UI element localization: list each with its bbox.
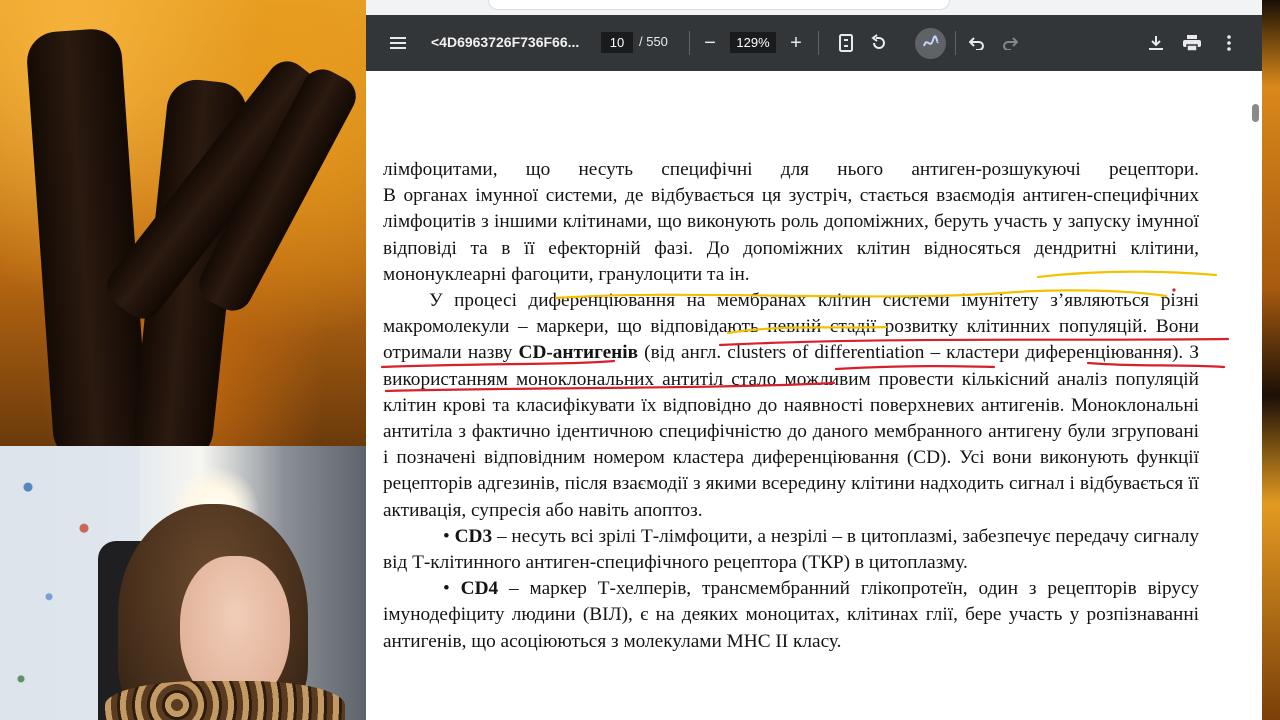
list-item-text: – несуть всі зрілі Т-лімфоцити, а незріл…	[383, 525, 1199, 574]
scrollbar[interactable]	[1249, 71, 1262, 720]
menu-icon[interactable]	[386, 31, 410, 55]
pdf-page: лімфоцитами, що несуть специфічні для нь…	[366, 71, 1248, 720]
term-cd4: CD4	[460, 578, 499, 600]
scrollbar-thumb[interactable]	[1252, 104, 1259, 122]
document-title: <4D6963726F736F66...	[431, 34, 580, 50]
redo-icon[interactable]	[998, 31, 1022, 55]
pdf-viewer: <4D6963726F736F66... 10 / 550 − 129% + л…	[366, 15, 1262, 720]
paragraph-text: (від англ. clusters of differentiation –…	[383, 342, 1200, 521]
page-total: / 550	[639, 34, 668, 49]
zoom-in-icon[interactable]: +	[784, 31, 808, 55]
paragraph-line: лімфоцитами, що несуть специфічні для нь…	[383, 159, 1199, 180]
browser-tab[interactable]	[488, 0, 950, 10]
undo-icon[interactable]	[965, 31, 989, 55]
presenter-shoulders	[105, 681, 345, 720]
toolbar-divider	[955, 31, 956, 55]
zoom-level-input[interactable]: 129%	[730, 32, 776, 53]
page-number-input[interactable]: 10	[601, 32, 633, 53]
zoom-out-icon[interactable]: −	[698, 31, 722, 55]
term-cd3: CD3	[454, 525, 493, 547]
paragraph-cd-antigens: У процесі диференціювання на мембранах к…	[383, 288, 1199, 524]
print-icon[interactable]	[1180, 31, 1204, 55]
list-item-cd4: • CD4 – маркер Т-хелперів, трансмембранн…	[383, 576, 1199, 655]
webcam-overlay	[0, 446, 366, 720]
download-icon[interactable]	[1144, 31, 1168, 55]
list-item-cd3: • CD3 – несуть всі зрілі Т-лімфоцити, а …	[383, 524, 1199, 576]
toolbar-divider	[689, 31, 690, 55]
more-options-icon[interactable]	[1217, 31, 1241, 55]
fit-page-icon[interactable]	[834, 31, 858, 55]
page-text: лімфоцитами, що несуть специфічні для нь…	[383, 157, 1199, 655]
term-cd-antigens: CD-антигенів	[518, 342, 639, 364]
browser-tab-strip	[366, 0, 1262, 15]
bullet-icon: •	[443, 578, 450, 600]
paragraph: В органах імунної системи, де відбуваєть…	[383, 185, 1199, 285]
pdf-toolbar: <4D6963726F736F66... 10 / 550 − 129% +	[366, 15, 1262, 71]
toolbar-divider	[818, 31, 819, 55]
bullet-icon: •	[443, 525, 450, 547]
background-autumn-photo	[0, 0, 366, 446]
list-item-text: – маркер Т-хелперів, трансмембранний глі…	[383, 578, 1200, 652]
rotate-icon[interactable]	[867, 31, 891, 55]
background-right-strip	[1262, 0, 1280, 720]
annotate-icon[interactable]	[919, 31, 943, 55]
